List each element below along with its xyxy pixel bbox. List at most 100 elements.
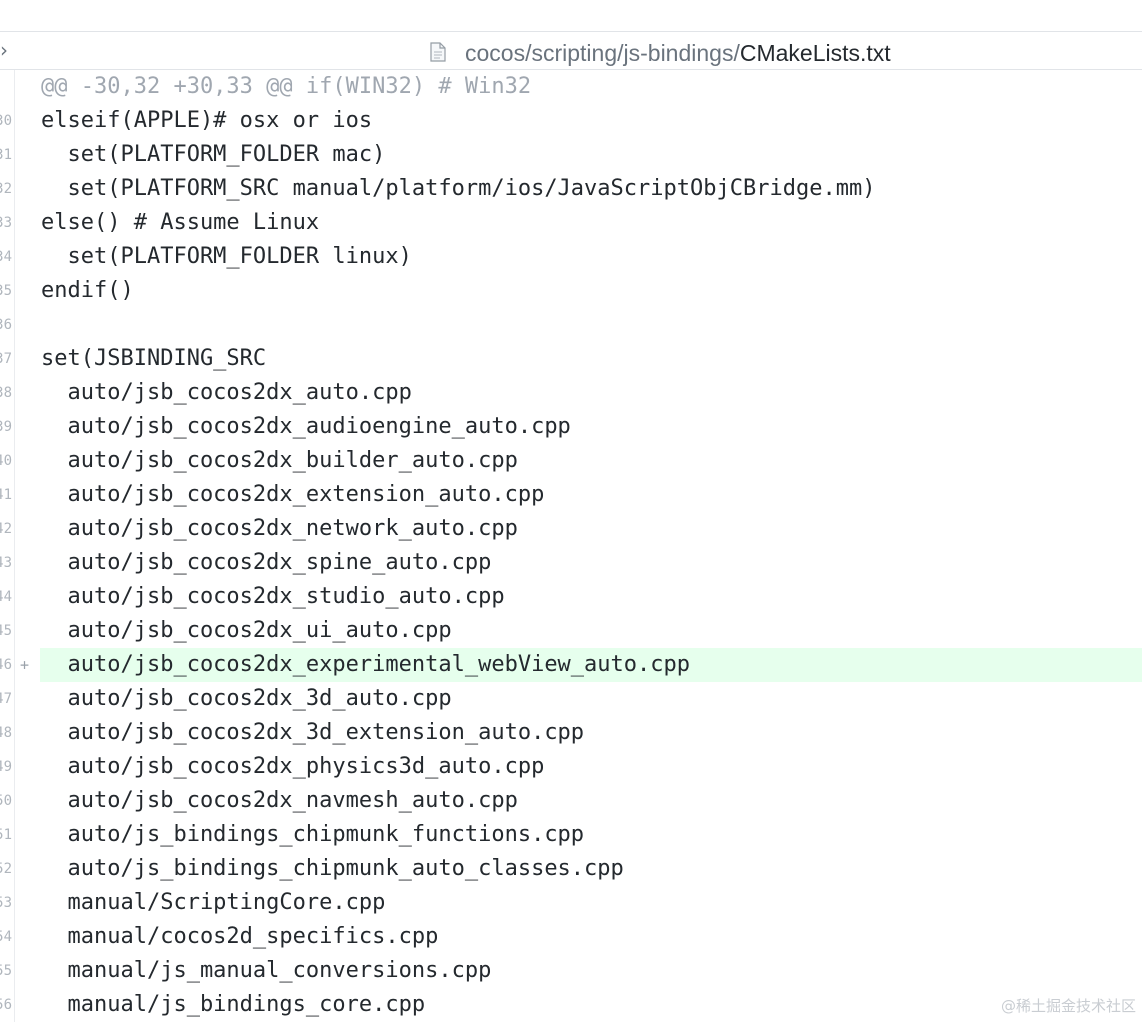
code-text: else() # Assume Linux bbox=[41, 210, 320, 235]
line-number[interactable]: 30 bbox=[0, 104, 12, 138]
line-number[interactable]: 31 bbox=[0, 138, 12, 172]
diff-marker bbox=[20, 954, 34, 988]
diff-marker bbox=[20, 410, 34, 444]
diff-file-header: › cocos/scripting/js-bindings/CMakeLists… bbox=[0, 32, 1142, 70]
code-text: auto/jsb_cocos2dx_auto.cpp bbox=[41, 380, 412, 405]
line-number[interactable]: 49 bbox=[0, 750, 12, 784]
code-text: auto/jsb_cocos2dx_3d_extension_auto.cpp bbox=[41, 720, 585, 745]
diff-marker bbox=[20, 308, 34, 342]
line-number[interactable]: 45 bbox=[0, 614, 12, 648]
line-number[interactable]: 54 bbox=[0, 920, 12, 954]
diff-marker bbox=[20, 206, 34, 240]
line-number[interactable]: 47 bbox=[0, 682, 12, 716]
line-number[interactable]: 46 bbox=[0, 648, 12, 682]
diff-marker bbox=[20, 886, 34, 920]
diff-marker bbox=[20, 104, 34, 138]
line-number[interactable]: 37 bbox=[0, 342, 12, 376]
diff-line: 51 auto/js_bindings_chipmunk_functions.c… bbox=[0, 818, 1142, 852]
code-text: auto/jsb_cocos2dx_navmesh_auto.cpp bbox=[41, 788, 518, 813]
line-number[interactable]: 56 bbox=[0, 988, 12, 1022]
line-number[interactable]: 55 bbox=[0, 954, 12, 988]
file-path-directory: cocos/scripting/js-bindings/ bbox=[465, 40, 740, 66]
diff-line: 36 bbox=[0, 308, 1142, 342]
diff-line: 35 endif() bbox=[0, 274, 1142, 308]
code-text: auto/jsb_cocos2dx_physics3d_auto.cpp bbox=[41, 754, 545, 779]
code-text: auto/jsb_cocos2dx_audioengine_auto.cpp bbox=[41, 414, 571, 439]
line-number[interactable]: 44 bbox=[0, 580, 12, 614]
line-number[interactable]: 32 bbox=[0, 172, 12, 206]
code-text: endif() bbox=[41, 278, 134, 303]
line-number[interactable]: 42 bbox=[0, 512, 12, 546]
diff-line: 48 auto/jsb_cocos2dx_3d_extension_auto.c… bbox=[0, 716, 1142, 750]
line-number[interactable]: 41 bbox=[0, 478, 12, 512]
diff-marker bbox=[20, 580, 34, 614]
code-text: elseif(APPLE)# osx or ios bbox=[41, 108, 373, 133]
diff-marker bbox=[20, 138, 34, 172]
diff-marker bbox=[20, 274, 34, 308]
line-number[interactable]: 39 bbox=[0, 410, 12, 444]
diff-line: 53 manual/ScriptingCore.cpp bbox=[0, 886, 1142, 920]
watermark: @稀土掘金技术社区 bbox=[1000, 997, 1136, 1015]
line-number[interactable]: 53 bbox=[0, 886, 12, 920]
chevron-right-icon[interactable]: › bbox=[0, 40, 12, 60]
diff-marker bbox=[20, 546, 34, 580]
code-text: auto/jsb_cocos2dx_spine_auto.cpp bbox=[41, 550, 492, 575]
diff-line: 50 auto/jsb_cocos2dx_navmesh_auto.cpp bbox=[0, 784, 1142, 818]
diff-marker bbox=[20, 70, 34, 104]
line-number[interactable]: 35 bbox=[0, 274, 12, 308]
diff-marker bbox=[20, 920, 34, 954]
file-path-filename: CMakeLists.txt bbox=[739, 40, 891, 66]
code-text: manual/js_bindings_core.cpp bbox=[41, 992, 426, 1017]
code-text: auto/jsb_cocos2dx_3d_auto.cpp bbox=[41, 686, 452, 711]
line-number[interactable]: 52 bbox=[0, 852, 12, 886]
code-text: set(JSBINDING_SRC bbox=[41, 346, 267, 371]
line-number[interactable] bbox=[0, 70, 12, 104]
line-number[interactable]: 40 bbox=[0, 444, 12, 478]
diff-line: 49 auto/jsb_cocos2dx_physics3d_auto.cpp bbox=[0, 750, 1142, 784]
line-number[interactable]: 33 bbox=[0, 206, 12, 240]
diff-line: 52 auto/js_bindings_chipmunk_auto_classe… bbox=[0, 852, 1142, 886]
diff-line: 30 elseif(APPLE)# osx or ios bbox=[0, 104, 1142, 138]
diff-marker bbox=[20, 716, 34, 750]
code-text: set(PLATFORM_FOLDER mac) bbox=[41, 142, 386, 167]
code-text: auto/jsb_cocos2dx_network_auto.cpp bbox=[41, 516, 518, 541]
diff-line: 40 auto/jsb_cocos2dx_builder_auto.cpp bbox=[0, 444, 1142, 478]
diff-line: 32 set(PLATFORM_SRC manual/platform/ios/… bbox=[0, 172, 1142, 206]
code-text: set(PLATFORM_SRC manual/platform/ios/Jav… bbox=[41, 176, 876, 201]
diff-code-view: @@ -30,32 +30,33 @@ if(WIN32) # Win32 30 e… bbox=[0, 70, 1142, 1022]
diff-marker bbox=[20, 682, 34, 716]
diff-line: 44 auto/jsb_cocos2dx_studio_auto.cpp bbox=[0, 580, 1142, 614]
code-text: manual/ScriptingCore.cpp bbox=[41, 890, 386, 915]
line-number[interactable]: 51 bbox=[0, 818, 12, 852]
diff-line: 45 auto/jsb_cocos2dx_ui_auto.cpp bbox=[0, 614, 1142, 648]
code-text: auto/jsb_cocos2dx_builder_auto.cpp bbox=[41, 448, 518, 473]
diff-marker bbox=[20, 784, 34, 818]
code-text: auto/jsb_cocos2dx_ui_auto.cpp bbox=[41, 618, 452, 643]
code-text: auto/jsb_cocos2dx_experimental_webView_a… bbox=[41, 652, 691, 677]
diff-marker bbox=[20, 444, 34, 478]
diff-line: 33 else() # Assume Linux bbox=[0, 206, 1142, 240]
line-number[interactable]: 50 bbox=[0, 784, 12, 818]
line-number[interactable]: 43 bbox=[0, 546, 12, 580]
diff-line: 39 auto/jsb_cocos2dx_audioengine_auto.cp… bbox=[0, 410, 1142, 444]
diff-marker bbox=[20, 478, 34, 512]
diff-line: 37 set(JSBINDING_SRC bbox=[0, 342, 1142, 376]
diff-marker bbox=[20, 852, 34, 886]
line-number[interactable]: 48 bbox=[0, 716, 12, 750]
code-text: auto/js_bindings_chipmunk_functions.cpp bbox=[41, 822, 585, 847]
diff-marker bbox=[20, 818, 34, 852]
diff-line: 54 manual/cocos2d_specifics.cpp bbox=[0, 920, 1142, 954]
diff-marker bbox=[20, 172, 34, 206]
line-number[interactable]: 34 bbox=[0, 240, 12, 274]
diff-marker bbox=[20, 376, 34, 410]
line-number[interactable]: 36 bbox=[0, 308, 12, 342]
diff-marker bbox=[20, 240, 34, 274]
code-text: set(PLATFORM_FOLDER linux) bbox=[41, 244, 412, 269]
diff-marker bbox=[20, 512, 34, 546]
diff-line: 42 auto/jsb_cocos2dx_network_auto.cpp bbox=[0, 512, 1142, 546]
diff-marker bbox=[20, 988, 34, 1022]
code-text: auto/js_bindings_chipmunk_auto_classes.c… bbox=[41, 856, 624, 881]
line-number[interactable]: 38 bbox=[0, 376, 12, 410]
diff-line: 43 auto/jsb_cocos2dx_spine_auto.cpp bbox=[0, 546, 1142, 580]
file-path[interactable]: cocos/scripting/js-bindings/CMakeLists.t… bbox=[465, 40, 891, 66]
